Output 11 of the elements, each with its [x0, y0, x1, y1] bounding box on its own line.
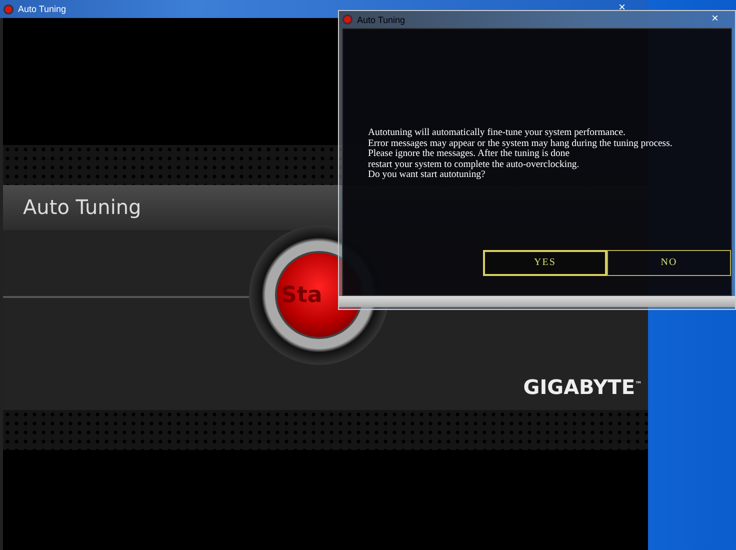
app-icon: [3, 4, 14, 14]
app-icon: [342, 14, 353, 25]
no-button[interactable]: NO: [607, 250, 731, 276]
dialog-title: Auto Tuning: [357, 14, 406, 24]
brand-logo: GIGABYTE$^{™}$: [523, 375, 642, 399]
yes-button[interactable]: YES: [483, 250, 608, 276]
panel-title: Auto Tuning: [23, 195, 142, 219]
close-button[interactable]: ×: [701, 11, 729, 25]
dialog-message: Autotuning will automatically fine-tune your system performance. Error messages may appear or the system may hang during the tuning process. Please ignore the messages. After the tuning is done restart your system to complete the auto-overclocking. Do you want start autotuning?: [368, 128, 674, 181]
window-title: Auto Tuning: [18, 4, 66, 14]
close-button[interactable]: ×: [608, 0, 636, 14]
